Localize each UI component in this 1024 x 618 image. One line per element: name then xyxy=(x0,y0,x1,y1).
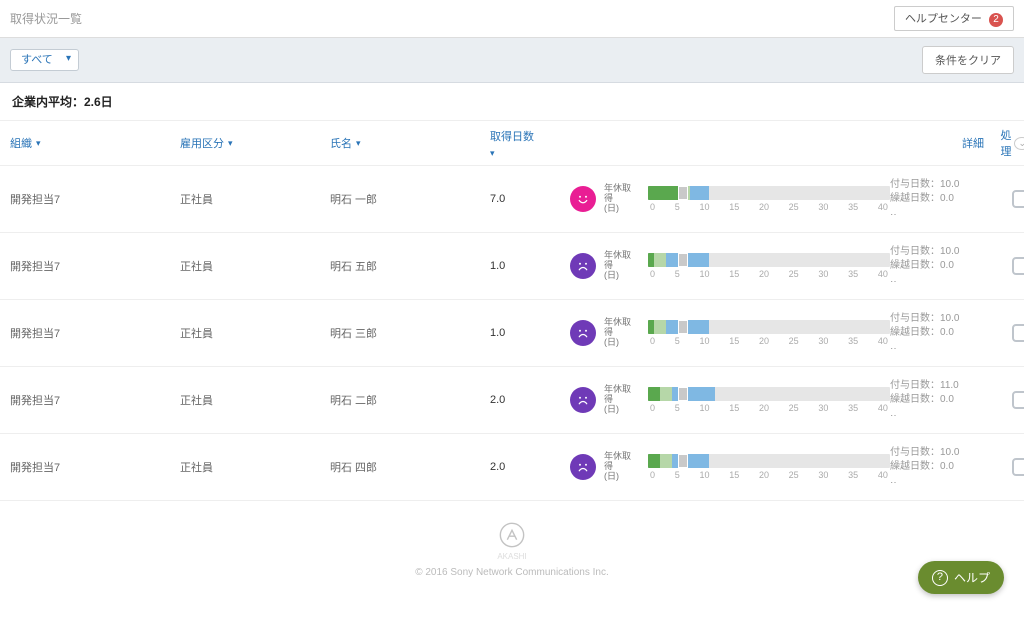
company-average: 企業内平均：2.6日 xyxy=(0,83,1024,121)
cell-name: 明石 五郎 xyxy=(330,258,490,274)
happy-face-icon xyxy=(570,186,596,212)
clear-conditions-button[interactable]: 条件をクリア xyxy=(922,46,1014,74)
table-row: 開発担当7 正社員 明石 三郎 1.0 年休取得(日) 051015202530… xyxy=(0,300,1024,367)
filter-select[interactable]: すべて xyxy=(10,49,79,71)
sad-face-icon xyxy=(570,387,596,413)
sort-asc-icon: ▾ xyxy=(36,138,41,149)
cell-chart: 年休取得(日) 0510152025303540 xyxy=(570,251,890,281)
usage-bar: 0510152025303540 xyxy=(648,454,890,480)
cell-checkbox xyxy=(990,190,1024,208)
cell-org: 開発担当7 xyxy=(10,325,180,341)
cell-checkbox xyxy=(990,458,1024,476)
cell-org: 開発担当7 xyxy=(10,258,180,274)
chart-mini-label: 年休取得(日) xyxy=(604,251,636,281)
page-title-text: 取得状況一覧 xyxy=(10,10,82,27)
chart-mini-label: 年休取得(日) xyxy=(604,452,636,482)
sad-face-icon xyxy=(570,454,596,480)
cell-checkbox xyxy=(990,257,1024,275)
cell-emp-type: 正社員 xyxy=(180,191,330,207)
cell-days: 7.0 xyxy=(490,193,570,205)
cell-chart: 年休取得(日) 0510152025303540 xyxy=(570,318,890,348)
col-check[interactable]: 処理 ⌄ xyxy=(990,127,1024,159)
cell-detail: 付与日数：10.0 繰越日数：0.0 ‥ xyxy=(890,245,990,287)
sort-asc-icon: ▾ xyxy=(228,138,233,149)
cell-name: 明石 三郎 xyxy=(330,325,490,341)
cell-org: 開発担当7 xyxy=(10,392,180,408)
sad-face-icon xyxy=(570,253,596,279)
logo-icon: AKASHI xyxy=(0,521,1024,561)
row-checkbox[interactable] xyxy=(1012,391,1024,409)
cell-name: 明石 二郎 xyxy=(330,392,490,408)
chart-ticks: 0510152025303540 xyxy=(648,202,890,212)
question-icon: ? xyxy=(932,570,948,586)
table-row: 開発担当7 正社員 明石 一郎 7.0 年休取得(日) 051015202530… xyxy=(0,166,1024,233)
row-checkbox[interactable] xyxy=(1012,257,1024,275)
cell-days: 2.0 xyxy=(490,394,570,406)
row-checkbox[interactable] xyxy=(1012,324,1024,342)
chart-ticks: 0510152025303540 xyxy=(648,470,890,480)
filter-bar: すべて 条件をクリア xyxy=(0,38,1024,83)
sort-asc-icon: ▾ xyxy=(490,148,495,159)
cell-emp-type: 正社員 xyxy=(180,325,330,341)
help-fab-button[interactable]: ? ヘルプ xyxy=(918,561,1004,594)
help-center-button[interactable]: ヘルプセンター 2 xyxy=(894,6,1014,31)
cell-org: 開発担当7 xyxy=(10,459,180,475)
col-emp-type[interactable]: 雇用区分▾ xyxy=(180,135,330,151)
cell-emp-type: 正社員 xyxy=(180,258,330,274)
cell-chart: 年休取得(日) 0510152025303540 xyxy=(570,452,890,482)
cell-days: 1.0 xyxy=(490,260,570,272)
cell-checkbox xyxy=(990,391,1024,409)
cell-detail: 付与日数：10.0 繰越日数：0.0 ‥ xyxy=(890,312,990,354)
cell-checkbox xyxy=(990,324,1024,342)
chart-ticks: 0510152025303540 xyxy=(648,269,890,279)
cell-days: 2.0 xyxy=(490,461,570,473)
chart-mini-label: 年休取得(日) xyxy=(604,184,636,214)
chart-ticks: 0510152025303540 xyxy=(648,403,890,413)
help-fab-label: ヘルプ xyxy=(954,569,990,586)
cell-name: 明石 四郎 xyxy=(330,459,490,475)
cell-detail: 付与日数：11.0 繰越日数：0.0 ‥ xyxy=(890,379,990,421)
cell-name: 明石 一郎 xyxy=(330,191,490,207)
cell-chart: 年休取得(日) 0510152025303540 xyxy=(570,184,890,214)
chart-ticks: 0510152025303540 xyxy=(648,336,890,346)
cell-org: 開発担当7 xyxy=(10,191,180,207)
help-center-label: ヘルプセンター xyxy=(905,13,982,25)
chart-mini-label: 年休取得(日) xyxy=(604,318,636,348)
filter-select-wrap: すべて xyxy=(10,49,79,71)
cell-chart: 年休取得(日) 0510152025303540 xyxy=(570,385,890,415)
sort-asc-icon: ▾ xyxy=(356,138,361,149)
page-header: 取得状況一覧 ヘルプセンター 2 xyxy=(0,0,1024,38)
sad-face-icon xyxy=(570,320,596,346)
row-checkbox[interactable] xyxy=(1012,190,1024,208)
copyright: © 2016 Sony Network Communications Inc. xyxy=(0,567,1024,578)
table-header: 組織▾ 雇用区分▾ 氏名▾ 取得日数▾ 詳細 処理 ⌄ xyxy=(0,121,1024,166)
usage-bar: 0510152025303540 xyxy=(648,387,890,413)
col-detail[interactable]: 詳細 xyxy=(890,135,990,151)
table-body: 開発担当7 正社員 明石 一郎 7.0 年休取得(日) 051015202530… xyxy=(0,166,1024,501)
help-center-badge: 2 xyxy=(989,13,1003,27)
col-days[interactable]: 取得日数▾ xyxy=(490,128,570,159)
cell-days: 1.0 xyxy=(490,327,570,339)
col-org[interactable]: 組織▾ xyxy=(10,135,180,151)
footer: AKASHI © 2016 Sony Network Communication… xyxy=(0,501,1024,618)
table-row: 開発担当7 正社員 明石 二郎 2.0 年休取得(日) 051015202530… xyxy=(0,367,1024,434)
chart-mini-label: 年休取得(日) xyxy=(604,385,636,415)
cell-emp-type: 正社員 xyxy=(180,459,330,475)
gear-icon: ⌄ xyxy=(1014,137,1024,150)
row-checkbox[interactable] xyxy=(1012,458,1024,476)
table-row: 開発担当7 正社員 明石 四郎 2.0 年休取得(日) 051015202530… xyxy=(0,434,1024,501)
usage-bar: 0510152025303540 xyxy=(648,320,890,346)
cell-emp-type: 正社員 xyxy=(180,392,330,408)
cell-detail: 付与日数：10.0 繰越日数：0.0 ‥ xyxy=(890,446,990,488)
usage-bar: 0510152025303540 xyxy=(648,253,890,279)
usage-bar: 0510152025303540 xyxy=(648,186,890,212)
cell-detail: 付与日数：10.0 繰越日数：0.0 ‥ xyxy=(890,178,990,220)
table-row: 開発担当7 正社員 明石 五郎 1.0 年休取得(日) 051015202530… xyxy=(0,233,1024,300)
col-name[interactable]: 氏名▾ xyxy=(330,135,490,151)
